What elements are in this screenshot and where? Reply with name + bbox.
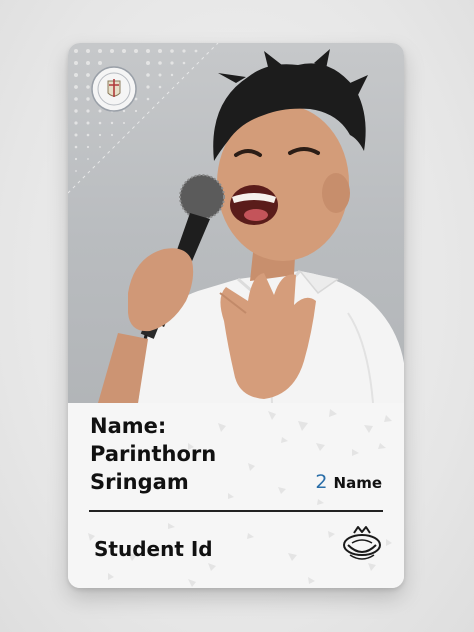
student-last-name: Sringam — [90, 470, 189, 494]
student-first-name: Parinthorn — [90, 442, 217, 466]
card-info-panel: Name: Parinthorn Sringam 2 Name Student I… — [68, 403, 404, 588]
stage: Name: Parinthorn Sringam 2 Name Student I… — [0, 0, 474, 632]
shell-crown-icon — [340, 523, 384, 567]
student-id-card: Name: Parinthorn Sringam 2 Name Student I… — [68, 43, 404, 588]
student-id-label: Student Id — [94, 537, 213, 561]
student-photo — [68, 43, 404, 403]
name-count-number: 2 — [315, 471, 328, 493]
divider — [89, 510, 383, 512]
name-count: 2 Name — [315, 471, 382, 494]
name-count-label: Name — [333, 474, 382, 492]
name-label: Name: — [90, 414, 167, 438]
